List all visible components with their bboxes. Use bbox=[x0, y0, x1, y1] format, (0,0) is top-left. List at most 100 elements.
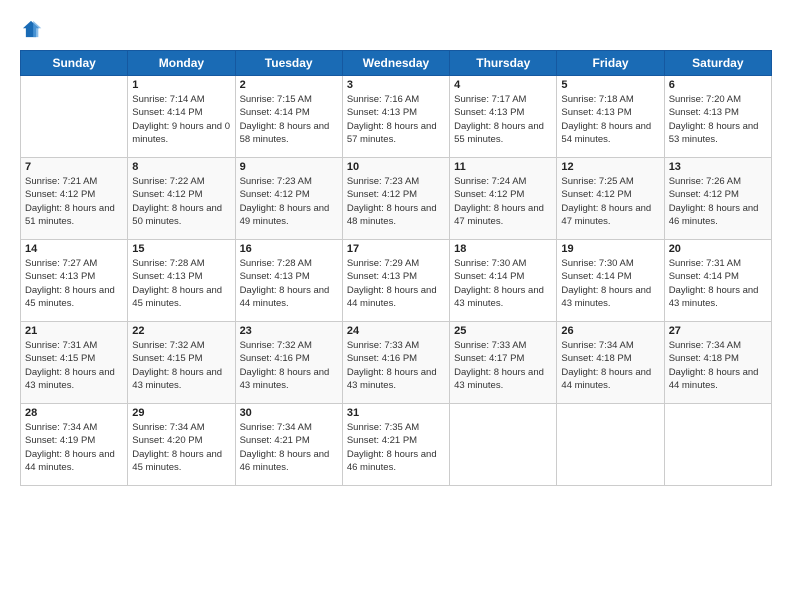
day-info: Sunrise: 7:28 AMSunset: 4:13 PMDaylight:… bbox=[132, 257, 230, 310]
day-info: Sunrise: 7:32 AMSunset: 4:15 PMDaylight:… bbox=[132, 339, 230, 392]
day-info: Sunrise: 7:23 AMSunset: 4:12 PMDaylight:… bbox=[240, 175, 338, 228]
calendar-cell: 20 Sunrise: 7:31 AMSunset: 4:14 PMDayligh… bbox=[664, 240, 771, 322]
day-info: Sunrise: 7:32 AMSunset: 4:16 PMDaylight:… bbox=[240, 339, 338, 392]
calendar-cell: 13 Sunrise: 7:26 AMSunset: 4:12 PMDayligh… bbox=[664, 158, 771, 240]
calendar-cell: 9 Sunrise: 7:23 AMSunset: 4:12 PMDaylight… bbox=[235, 158, 342, 240]
day-number: 13 bbox=[669, 161, 767, 173]
day-number: 9 bbox=[240, 161, 338, 173]
day-number: 14 bbox=[25, 243, 123, 255]
day-number: 1 bbox=[132, 79, 230, 91]
calendar-header-wednesday: Wednesday bbox=[342, 51, 449, 76]
calendar-cell: 2 Sunrise: 7:15 AMSunset: 4:14 PMDaylight… bbox=[235, 76, 342, 158]
calendar-cell: 31 Sunrise: 7:35 AMSunset: 4:21 PMDayligh… bbox=[342, 404, 449, 486]
calendar-cell: 18 Sunrise: 7:30 AMSunset: 4:14 PMDayligh… bbox=[450, 240, 557, 322]
calendar-cell: 15 Sunrise: 7:28 AMSunset: 4:13 PMDayligh… bbox=[128, 240, 235, 322]
day-number: 22 bbox=[132, 325, 230, 337]
day-number: 18 bbox=[454, 243, 552, 255]
day-info: Sunrise: 7:33 AMSunset: 4:16 PMDaylight:… bbox=[347, 339, 445, 392]
calendar-header-saturday: Saturday bbox=[664, 51, 771, 76]
day-number: 7 bbox=[25, 161, 123, 173]
day-info: Sunrise: 7:31 AMSunset: 4:15 PMDaylight:… bbox=[25, 339, 123, 392]
day-info: Sunrise: 7:28 AMSunset: 4:13 PMDaylight:… bbox=[240, 257, 338, 310]
day-number: 24 bbox=[347, 325, 445, 337]
calendar-week-3: 14 Sunrise: 7:27 AMSunset: 4:13 PMDayligh… bbox=[21, 240, 772, 322]
page: SundayMondayTuesdayWednesdayThursdayFrid… bbox=[0, 0, 792, 612]
calendar-cell: 23Sunrise: 7:32 AMSunset: 4:16 PMDayligh… bbox=[235, 322, 342, 404]
day-number: 26 bbox=[561, 325, 659, 337]
calendar-header-tuesday: Tuesday bbox=[235, 51, 342, 76]
calendar-cell: 24 Sunrise: 7:33 AMSunset: 4:16 PMDayligh… bbox=[342, 322, 449, 404]
calendar-header-monday: Monday bbox=[128, 51, 235, 76]
day-number: 3 bbox=[347, 79, 445, 91]
day-number: 27 bbox=[669, 325, 767, 337]
day-info: Sunrise: 7:16 AMSunset: 4:13 PMDaylight:… bbox=[347, 93, 445, 146]
day-info: Sunrise: 7:29 AMSunset: 4:13 PMDaylight:… bbox=[347, 257, 445, 310]
logo-icon bbox=[20, 18, 42, 40]
calendar-cell: 3 Sunrise: 7:16 AMSunset: 4:13 PMDaylight… bbox=[342, 76, 449, 158]
day-info: Sunrise: 7:35 AMSunset: 4:21 PMDaylight:… bbox=[347, 421, 445, 474]
day-info: Sunrise: 7:18 AMSunset: 4:13 PMDaylight:… bbox=[561, 93, 659, 146]
day-number: 15 bbox=[132, 243, 230, 255]
day-number: 31 bbox=[347, 407, 445, 419]
calendar-cell: 6Sunrise: 7:20 AMSunset: 4:13 PMDaylight… bbox=[664, 76, 771, 158]
day-info: Sunrise: 7:30 AMSunset: 4:14 PMDaylight:… bbox=[454, 257, 552, 310]
calendar-header-row: SundayMondayTuesdayWednesdayThursdayFrid… bbox=[21, 51, 772, 76]
day-info: Sunrise: 7:26 AMSunset: 4:12 PMDaylight:… bbox=[669, 175, 767, 228]
day-number: 10 bbox=[347, 161, 445, 173]
calendar-week-5: 28Sunrise: 7:34 AMSunset: 4:19 PMDayligh… bbox=[21, 404, 772, 486]
day-number: 5 bbox=[561, 79, 659, 91]
day-number: 29 bbox=[132, 407, 230, 419]
day-number: 16 bbox=[240, 243, 338, 255]
day-info: Sunrise: 7:34 AMSunset: 4:21 PMDaylight:… bbox=[240, 421, 338, 474]
calendar-cell bbox=[557, 404, 664, 486]
calendar-header-friday: Friday bbox=[557, 51, 664, 76]
day-info: Sunrise: 7:34 AMSunset: 4:20 PMDaylight:… bbox=[132, 421, 230, 474]
calendar-cell: 14 Sunrise: 7:27 AMSunset: 4:13 PMDayligh… bbox=[21, 240, 128, 322]
calendar-cell bbox=[450, 404, 557, 486]
logo bbox=[20, 18, 46, 40]
calendar-cell bbox=[664, 404, 771, 486]
calendar-cell: 26 Sunrise: 7:34 AMSunset: 4:18 PMDayligh… bbox=[557, 322, 664, 404]
day-number: 21 bbox=[25, 325, 123, 337]
day-info: Sunrise: 7:17 AMSunset: 4:13 PMDaylight:… bbox=[454, 93, 552, 146]
calendar-header-sunday: Sunday bbox=[21, 51, 128, 76]
calendar-cell: 19Sunrise: 7:30 AMSunset: 4:14 PMDayligh… bbox=[557, 240, 664, 322]
calendar-header-thursday: Thursday bbox=[450, 51, 557, 76]
calendar-cell: 27 Sunrise: 7:34 AMSunset: 4:18 PMDayligh… bbox=[664, 322, 771, 404]
day-number: 25 bbox=[454, 325, 552, 337]
calendar-cell: 11 Sunrise: 7:24 AMSunset: 4:12 PMDayligh… bbox=[450, 158, 557, 240]
calendar-week-4: 21 Sunrise: 7:31 AMSunset: 4:15 PMDayligh… bbox=[21, 322, 772, 404]
header bbox=[20, 18, 772, 40]
day-info: Sunrise: 7:34 AMSunset: 4:18 PMDaylight:… bbox=[669, 339, 767, 392]
calendar-week-1: 1 Sunrise: 7:14 AMSunset: 4:14 PMDaylight… bbox=[21, 76, 772, 158]
calendar-cell: 17 Sunrise: 7:29 AMSunset: 4:13 PMDayligh… bbox=[342, 240, 449, 322]
calendar-cell: 21 Sunrise: 7:31 AMSunset: 4:15 PMDayligh… bbox=[21, 322, 128, 404]
calendar-cell: 5 Sunrise: 7:18 AMSunset: 4:13 PMDaylight… bbox=[557, 76, 664, 158]
day-number: 17 bbox=[347, 243, 445, 255]
day-info: Sunrise: 7:22 AMSunset: 4:12 PMDaylight:… bbox=[132, 175, 230, 228]
calendar-cell: 8Sunrise: 7:22 AMSunset: 4:12 PMDaylight… bbox=[128, 158, 235, 240]
calendar-cell bbox=[21, 76, 128, 158]
calendar-cell: 28Sunrise: 7:34 AMSunset: 4:19 PMDayligh… bbox=[21, 404, 128, 486]
day-number: 6 bbox=[669, 79, 767, 91]
calendar-cell: 7Sunrise: 7:21 AMSunset: 4:12 PMDaylight… bbox=[21, 158, 128, 240]
calendar-cell: 12Sunrise: 7:25 AMSunset: 4:12 PMDayligh… bbox=[557, 158, 664, 240]
calendar-cell: 10 Sunrise: 7:23 AMSunset: 4:12 PMDayligh… bbox=[342, 158, 449, 240]
day-info: Sunrise: 7:23 AMSunset: 4:12 PMDaylight:… bbox=[347, 175, 445, 228]
calendar-cell: 29 Sunrise: 7:34 AMSunset: 4:20 PMDayligh… bbox=[128, 404, 235, 486]
day-info: Sunrise: 7:14 AMSunset: 4:14 PMDaylight:… bbox=[132, 93, 230, 146]
day-info: Sunrise: 7:24 AMSunset: 4:12 PMDaylight:… bbox=[454, 175, 552, 228]
day-number: 20 bbox=[669, 243, 767, 255]
day-number: 11 bbox=[454, 161, 552, 173]
calendar-cell: 22 Sunrise: 7:32 AMSunset: 4:15 PMDayligh… bbox=[128, 322, 235, 404]
day-info: Sunrise: 7:15 AMSunset: 4:14 PMDaylight:… bbox=[240, 93, 338, 146]
day-info: Sunrise: 7:27 AMSunset: 4:13 PMDaylight:… bbox=[25, 257, 123, 310]
day-info: Sunrise: 7:31 AMSunset: 4:14 PMDaylight:… bbox=[669, 257, 767, 310]
day-info: Sunrise: 7:34 AMSunset: 4:19 PMDaylight:… bbox=[25, 421, 123, 474]
calendar-cell: 30 Sunrise: 7:34 AMSunset: 4:21 PMDayligh… bbox=[235, 404, 342, 486]
day-number: 2 bbox=[240, 79, 338, 91]
calendar-table: SundayMondayTuesdayWednesdayThursdayFrid… bbox=[20, 50, 772, 486]
day-info: Sunrise: 7:33 AMSunset: 4:17 PMDaylight:… bbox=[454, 339, 552, 392]
day-number: 30 bbox=[240, 407, 338, 419]
day-info: Sunrise: 7:34 AMSunset: 4:18 PMDaylight:… bbox=[561, 339, 659, 392]
